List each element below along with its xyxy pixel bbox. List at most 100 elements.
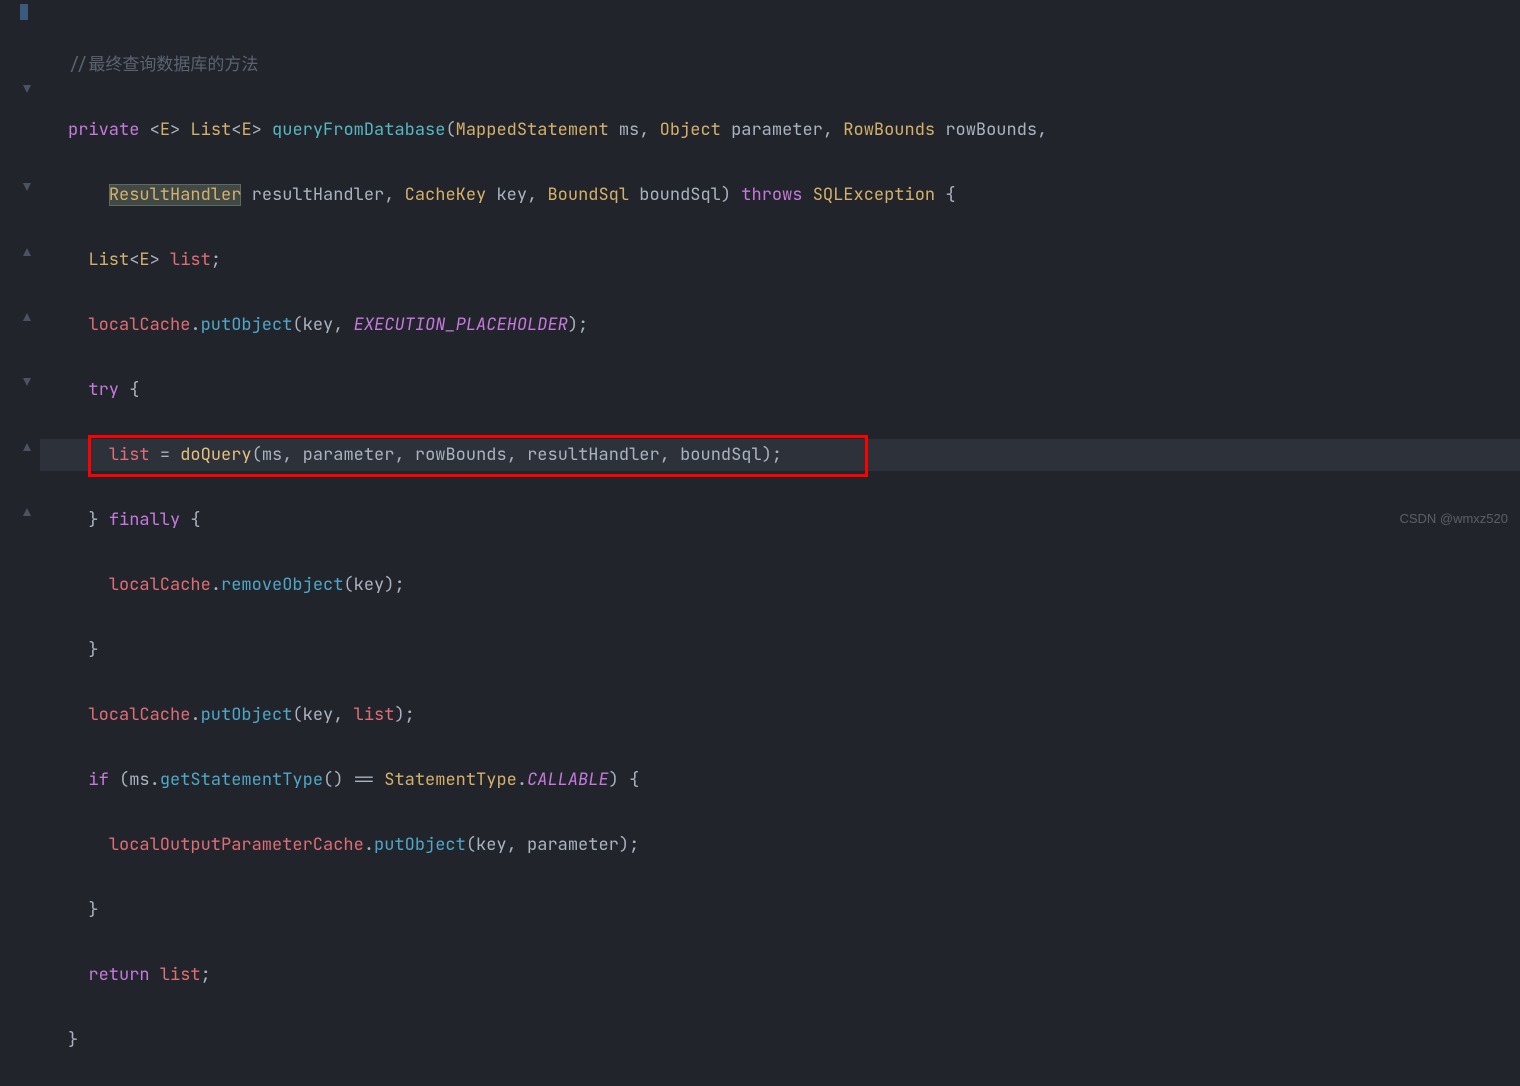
param-boundSql: boundSql [639,184,721,206]
semicolon: ; [211,249,221,271]
paren-close: ) [609,769,619,791]
comma: , [527,184,537,206]
code-line: localCache.removeObject(key); [68,569,1520,602]
arg-list: list [354,704,395,726]
paren-close: ) [721,184,731,206]
dot: . [364,834,374,856]
kw-private: private [68,119,139,141]
code-line: try { [68,374,1520,407]
kw-throws: throws [741,184,802,206]
paren-open: ( [466,834,476,856]
call-putObject: putObject [201,704,293,726]
code-line: private <E> List<E> queryFromDatabase(Ma… [68,114,1520,147]
call-removeObject: removeObject [221,574,343,596]
code-line: localCache.putObject(key, EXECUTION_PLAC… [68,309,1520,342]
dot: . [190,314,200,336]
angle-close: > [150,249,160,271]
comma: , [394,444,404,466]
comma: , [507,834,517,856]
kw-return: return [88,964,149,986]
paren-close: ) [568,314,578,336]
eq-op: == [354,769,374,791]
angle-open: < [150,119,160,141]
kw-try: try [88,379,119,401]
code-line: List<E> list; [68,244,1520,277]
call-putObject: putObject [201,314,293,336]
paren-open: ( [445,119,455,141]
fold-icon[interactable] [20,440,34,454]
arg-key: key [354,574,385,596]
semicolon: ; [629,834,639,856]
brace-open: { [129,379,139,401]
var-list: list [160,964,201,986]
arg-parameter: parameter [303,444,395,466]
call-getStatementType: getStatementType [160,769,323,791]
type-Object: Object [660,119,721,141]
dot: . [211,574,221,596]
comma: , [384,184,394,206]
semicolon: ; [201,964,211,986]
bookmark-marker[interactable] [20,4,28,20]
fold-icon[interactable] [20,82,34,96]
arg-rowBounds: rowBounds [415,444,507,466]
type-BoundSql: BoundSql [547,184,629,206]
type-SQLException: SQLException [813,184,935,206]
editor-gutter [0,0,40,543]
paren-open: ( [292,704,302,726]
arg-key: key [303,314,334,336]
var-list: list [170,249,211,271]
semicolon: ; [772,444,782,466]
fold-icon[interactable] [20,505,34,519]
brace-open: { [190,509,200,531]
type-ResultHandler: ResultHandler [109,184,242,206]
angle-open: < [129,249,139,271]
comma: , [507,444,517,466]
angle-close: > [252,119,262,141]
field-localCache: localCache [88,704,190,726]
type-CacheKey: CacheKey [405,184,487,206]
angle-open: < [231,119,241,141]
var-list: list [109,444,150,466]
comma: , [660,444,670,466]
const-placeholder: EXECUTION_PLACEHOLDER [354,314,568,336]
comma: , [333,314,343,336]
code-line: } [68,634,1520,667]
dot: . [150,769,160,791]
type-RowBounds: RowBounds [843,119,935,141]
brace-close: } [88,509,98,531]
angle-close: > [170,119,180,141]
field-localOutputParameterCache: localOutputParameterCache [109,834,364,856]
fold-icon[interactable] [20,180,34,194]
brace-close: } [88,639,98,661]
paren-close: ) [619,834,629,856]
comma: , [333,704,343,726]
arg-key: key [476,834,507,856]
type-List: List [88,249,129,271]
assign-op: = [150,444,181,466]
arg-ms: ms [262,444,282,466]
fold-icon[interactable] [20,245,34,259]
brace-close: } [68,1029,78,1051]
comma: , [1037,119,1047,141]
comma: , [282,444,292,466]
code-line: ResultHandler resultHandler, CacheKey ke… [68,179,1520,212]
fold-icon[interactable] [20,375,34,389]
type-StatementType: StatementType [384,769,517,791]
arg-boundSql: boundSql [680,444,762,466]
code-line: } finally { [68,504,1520,537]
paren-close: ) [762,444,772,466]
arg-parameter: parameter [527,834,619,856]
param-key: key [496,184,527,206]
code-line: return list; [68,959,1520,992]
generic-E: E [160,119,170,141]
code-editor[interactable]: //最终查询数据库的方法 private <E> List<E> queryFr… [40,0,1520,1086]
type-List: List [190,119,231,141]
fold-icon[interactable] [20,310,34,324]
code-line: list = doQuery(ms, parameter, rowBounds,… [68,439,1520,472]
param-rowBounds: rowBounds [945,119,1037,141]
param-ms: ms [619,119,639,141]
semicolon: ; [394,574,404,596]
code-line: localCache.putObject(key, list); [68,699,1520,732]
code-line: localOutputParameterCache.putObject(key,… [68,829,1520,862]
comment-text: //最终查询数据库的方法 [68,54,258,76]
